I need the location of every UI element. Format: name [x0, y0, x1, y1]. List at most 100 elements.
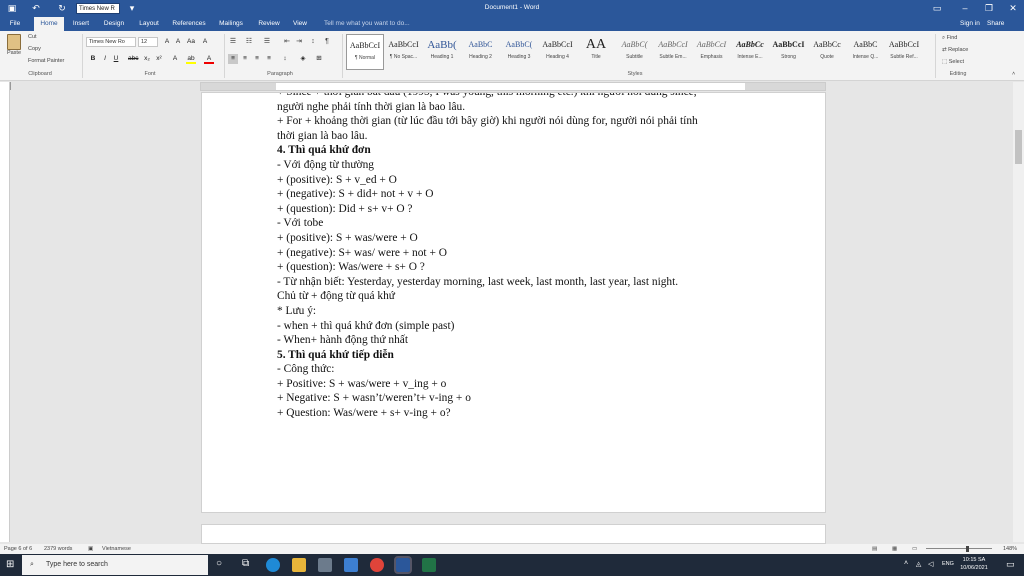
line-spacing-icon[interactable]: ↕	[280, 54, 290, 64]
format-painter-button[interactable]: Format Painter	[28, 58, 64, 64]
document-line[interactable]: + Negative: S + wasn’t/weren’t+ v-ing + …	[277, 391, 757, 406]
cortana-icon[interactable]: ○	[216, 558, 222, 569]
subscript-button[interactable]: x₂	[142, 54, 152, 64]
select-button[interactable]: ⬚ Select	[942, 59, 964, 65]
font-name-select[interactable]: Times New Ro	[86, 37, 136, 47]
tab-file[interactable]: File	[4, 17, 26, 31]
tab-insert[interactable]: Insert	[66, 17, 96, 31]
tab-layout[interactable]: Layout	[134, 17, 164, 31]
vertical-scrollbar[interactable]	[1013, 82, 1024, 542]
read-mode-icon[interactable]: ▤	[872, 544, 877, 554]
collapse-ribbon-icon[interactable]: ˄	[1012, 71, 1015, 77]
styles-gallery[interactable]: AaBbCcI ¶ Normal AaBbCcI ¶ No Spac... AaBb(H…	[346, 34, 926, 70]
document-line[interactable]: - when + thì quá khứ đơn (simple past)	[277, 319, 757, 334]
italic-button[interactable]: I	[100, 54, 110, 64]
paste-button[interactable]: Paste	[4, 34, 24, 64]
shrink-font-icon[interactable]: A	[173, 37, 183, 47]
increase-indent-icon[interactable]: ⇥	[294, 37, 304, 47]
tab-review[interactable]: Review	[254, 17, 284, 31]
notifications-icon[interactable]: ▭	[1006, 559, 1015, 570]
style-option[interactable]: AaBbC(Subtitle	[616, 34, 654, 70]
document-line[interactable]: + Since + thời gian bắt đầu (1995, I was…	[277, 93, 757, 100]
document-line[interactable]: * Lưu ý:	[277, 304, 757, 319]
windows-start-icon[interactable]: ⊞	[6, 559, 14, 570]
document-line[interactable]: + Positive: S + was/were + v_ing + o	[277, 377, 757, 392]
borders-icon[interactable]: ⊞	[314, 54, 324, 64]
document-line[interactable]: + (negative): S + did+ not + v + O	[277, 187, 757, 202]
style-option[interactable]: AaBb(Heading 1	[423, 34, 461, 70]
align-right-icon[interactable]: ≡	[252, 54, 262, 64]
align-center-icon[interactable]: ≡	[240, 54, 250, 64]
undo-icon[interactable]: ↶	[30, 2, 42, 14]
style-option[interactable]: AaBbCcI Subtle Em...	[654, 34, 692, 70]
tell-me-box[interactable]: Tell me what you want to do...	[324, 17, 410, 31]
superscript-button[interactable]: x²	[154, 54, 164, 64]
style-option[interactable]: AaBbCcI ¶ Normal	[346, 34, 384, 70]
document-line[interactable]: + (negative): S+ was/ were + not + O	[277, 246, 757, 261]
document-line[interactable]: - Từ nhận biết: Yesterday, yesterday mor…	[277, 275, 757, 290]
align-left-icon[interactable]: ≡	[228, 54, 238, 64]
sort-icon[interactable]: ↕	[308, 37, 318, 47]
shading-icon[interactable]: ◈	[298, 54, 308, 64]
tab-design[interactable]: Design	[98, 17, 130, 31]
web-layout-icon[interactable]: ▭	[912, 544, 917, 554]
file-explorer-icon[interactable]	[292, 558, 306, 572]
tab-home[interactable]: Home	[34, 17, 64, 31]
vertical-ruler[interactable]	[0, 82, 10, 542]
sign-in-link[interactable]: Sign in	[960, 17, 980, 31]
system-clock[interactable]: 10:15 SA 10/06/2021	[954, 556, 994, 572]
decrease-indent-icon[interactable]: ⇤	[282, 37, 292, 47]
style-option[interactable]: AaBbC Intense Q...	[847, 34, 885, 70]
scroll-thumb[interactable]	[1015, 130, 1022, 164]
replace-button[interactable]: ⇄ Replace	[942, 47, 968, 53]
show-marks-icon[interactable]: ¶	[322, 37, 332, 47]
word-count[interactable]: 2379 words	[44, 544, 72, 554]
document-line[interactable]: + (question): Was/were + s+ O ?	[277, 260, 757, 275]
task-view-icon[interactable]: ⧉	[242, 558, 249, 569]
ribbon-display-icon[interactable]: ▭	[930, 2, 944, 15]
document-heading[interactable]: 4. Thì quá khứ đơn	[277, 143, 757, 158]
highlight-icon[interactable]: ab	[186, 54, 196, 64]
horizontal-ruler[interactable]	[200, 82, 826, 91]
zoom-slider-thumb[interactable]	[966, 546, 969, 552]
copy-button[interactable]: Copy	[28, 46, 41, 52]
justify-icon[interactable]: ≡	[264, 54, 274, 64]
language-status[interactable]: Vietnamese	[102, 544, 131, 554]
text-effects-icon[interactable]: A	[170, 54, 180, 64]
excel-icon[interactable]	[422, 558, 436, 572]
minimize-button[interactable]: –	[958, 2, 972, 15]
style-option[interactable]: AaBbCcI ¶ No Spac...	[385, 34, 423, 70]
style-option[interactable]: AaBbCcI Heading 4	[539, 34, 577, 70]
print-layout-icon[interactable]: ▦	[892, 544, 897, 554]
tray-chevron-icon[interactable]: ˄	[904, 560, 908, 567]
clear-formatting-icon[interactable]: A	[200, 37, 210, 47]
document-line[interactable]: - Với động từ thường	[277, 158, 757, 173]
chrome-icon[interactable]	[370, 558, 384, 572]
tab-references[interactable]: References	[168, 17, 210, 31]
document-line[interactable]: - When+ hành động thứ nhất	[277, 333, 757, 348]
cut-button[interactable]: Cut	[28, 34, 37, 40]
tab-view[interactable]: View	[288, 17, 312, 31]
style-option[interactable]: AaBbCcI Strong	[770, 34, 808, 70]
zoom-level[interactable]: 148%	[1003, 544, 1017, 554]
document-line[interactable]: thời gian là bao lâu.	[277, 129, 757, 144]
document-line[interactable]: + (positive): S + v_ed + O	[277, 173, 757, 188]
input-language[interactable]: ENG	[942, 561, 954, 567]
font-color-icon[interactable]: A	[204, 54, 214, 64]
document-line[interactable]: + Question: Was/were + s+ v-ing + o?	[277, 406, 757, 421]
mail-icon[interactable]	[344, 558, 358, 572]
proofing-icon[interactable]: ▣	[88, 544, 93, 554]
customize-toolbar-icon[interactable]: ▾	[126, 2, 138, 14]
page-count[interactable]: Page 6 of 6	[4, 544, 32, 554]
network-icon[interactable]: ◬	[916, 560, 921, 568]
underline-button[interactable]: U	[111, 54, 121, 64]
style-option[interactable]: AaBbC Heading 2	[462, 34, 500, 70]
tab-mailings[interactable]: Mailings	[214, 17, 248, 31]
document-line[interactable]: + (positive): S + was/were + O	[277, 231, 757, 246]
edge-icon[interactable]	[266, 558, 280, 572]
redo-icon[interactable]: ↻	[56, 2, 68, 14]
style-option[interactable]: AaBbC(Heading 3	[500, 34, 538, 70]
font-size-select[interactable]: 12	[138, 37, 158, 47]
zoom-slider[interactable]	[926, 548, 992, 549]
document-line[interactable]: + (question): Did + s+ v+ O ?	[277, 202, 757, 217]
